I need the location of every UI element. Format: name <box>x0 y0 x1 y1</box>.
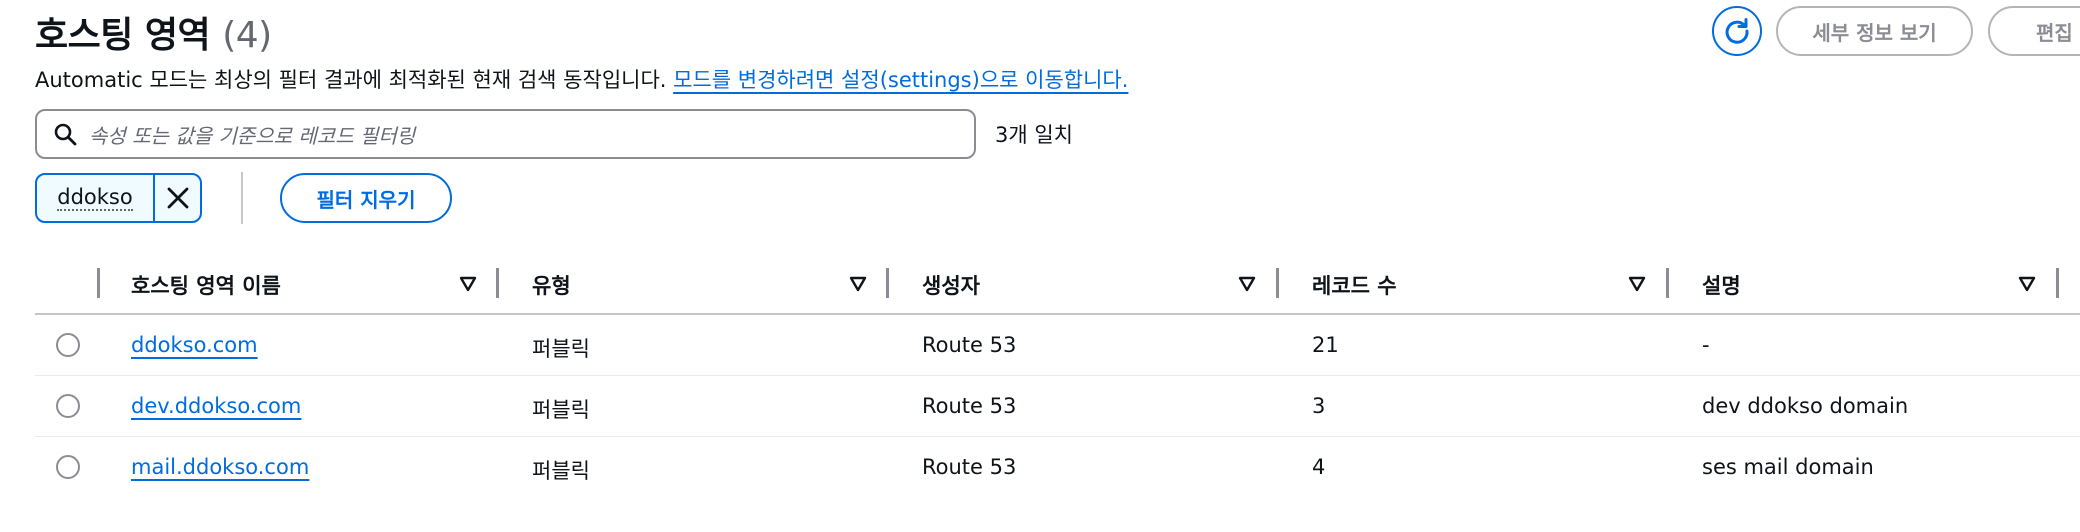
column-header-type[interactable]: 유형 <box>532 270 571 300</box>
view-details-button[interactable]: 세부 정보 보기 <box>1776 6 1973 56</box>
sort-caret-icon[interactable] <box>1628 276 1646 292</box>
zone-creator: Route 53 <box>922 394 1017 418</box>
sort-caret-icon[interactable] <box>459 276 477 292</box>
page-title: 호스팅 영역 (4) <box>35 6 272 58</box>
refresh-button[interactable] <box>1712 6 1762 56</box>
zone-type: 퍼블릭 <box>532 459 590 483</box>
column-header-description[interactable]: 설명 <box>1702 270 1741 300</box>
zone-description: dev ddokso domain <box>1702 394 1909 418</box>
row-select-radio[interactable] <box>56 394 80 418</box>
column-header-name[interactable]: 호스팅 영역 이름 <box>131 270 281 300</box>
sort-caret-icon[interactable] <box>849 276 867 292</box>
zone-record-count: 21 <box>1312 333 1339 357</box>
row-select-radio[interactable] <box>56 455 80 479</box>
zone-creator: Route 53 <box>922 333 1017 357</box>
filter-token-label[interactable]: ddokso <box>37 175 153 221</box>
filter-search-input[interactable]: 속성 또는 값을 기준으로 레코드 필터링 <box>35 109 976 159</box>
token-divider <box>241 172 243 224</box>
column-divider[interactable] <box>886 268 889 298</box>
sort-caret-icon[interactable] <box>2018 276 2036 292</box>
zone-record-count: 3 <box>1312 394 1326 418</box>
remove-filter-button[interactable] <box>153 175 200 221</box>
search-icon <box>54 123 77 146</box>
close-icon <box>167 187 188 209</box>
column-divider[interactable] <box>1276 268 1279 298</box>
column-divider <box>97 268 100 298</box>
page-title-text: 호스팅 영역 <box>35 15 211 56</box>
zone-type: 퍼블릭 <box>532 398 590 422</box>
hosted-zones-page: 호스팅 영역 (4) 세부 정보 보기 편집 Automatic 모드는 최상의… <box>0 0 2080 532</box>
zone-description: - <box>1702 333 1710 357</box>
refresh-icon <box>1725 18 1749 44</box>
clear-filters-button[interactable]: 필터 지우기 <box>280 173 452 223</box>
row-select-radio[interactable] <box>56 333 80 357</box>
column-divider[interactable] <box>496 268 499 298</box>
zone-count: (4) <box>222 15 272 56</box>
hosted-zone-link[interactable]: ddokso.com <box>131 333 258 357</box>
settings-link[interactable]: 모드를 변경하려면 설정(settings)으로 이동합니다. <box>673 68 1128 92</box>
search-mode-text: Automatic 모드는 최상의 필터 결과에 최적화된 현재 검색 동작입니… <box>35 68 667 92</box>
filter-token: ddokso <box>35 173 202 223</box>
row-divider <box>35 436 2080 437</box>
column-divider[interactable] <box>2056 268 2059 298</box>
zone-type: 퍼블릭 <box>532 337 590 361</box>
filter-placeholder: 속성 또는 값을 기준으로 레코드 필터링 <box>89 123 416 148</box>
zone-description: ses mail domain <box>1702 455 1874 479</box>
search-mode-info: Automatic 모드는 최상의 필터 결과에 최적화된 현재 검색 동작입니… <box>35 64 1128 94</box>
zone-creator: Route 53 <box>922 455 1017 479</box>
table-header-border <box>35 313 2080 315</box>
row-divider <box>35 375 2080 376</box>
column-header-record-count[interactable]: 레코드 수 <box>1312 270 1397 300</box>
zone-record-count: 4 <box>1312 455 1326 479</box>
edit-button[interactable]: 편집 <box>1988 6 2080 56</box>
column-divider[interactable] <box>1666 268 1669 298</box>
hosted-zone-link[interactable]: dev.ddokso.com <box>131 394 301 418</box>
hosted-zone-link[interactable]: mail.ddokso.com <box>131 455 309 479</box>
sort-caret-icon[interactable] <box>1238 276 1256 292</box>
column-header-creator[interactable]: 생성자 <box>922 270 980 300</box>
match-count: 3개 일치 <box>995 123 1073 147</box>
